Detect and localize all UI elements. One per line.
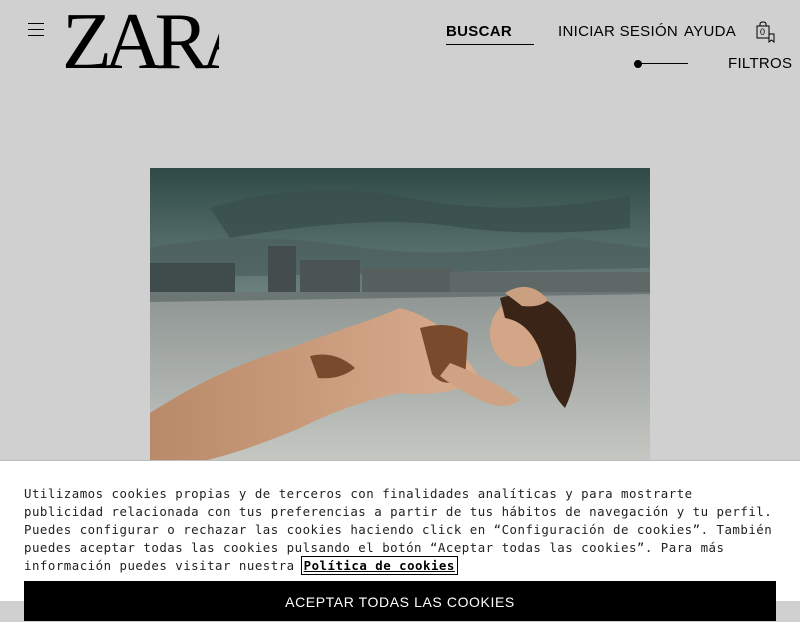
menu-icon-line <box>28 35 44 36</box>
login-link[interactable]: INICIAR SESIÓN <box>558 22 678 42</box>
menu-icon-line <box>28 29 44 30</box>
grid-size-slider[interactable] <box>634 59 690 69</box>
accept-all-cookies-button[interactable]: ACEPTAR TODAS LAS COOKIES <box>24 581 776 621</box>
slider-track <box>636 63 688 64</box>
cookie-message: Utilizamos cookies propias y de terceros… <box>24 485 780 575</box>
product-image[interactable] <box>150 168 650 468</box>
help-link[interactable]: AYUDA <box>684 22 736 42</box>
menu-icon[interactable] <box>28 22 44 36</box>
cookie-banner: Utilizamos cookies propias y de terceros… <box>0 460 800 621</box>
slider-thumb[interactable] <box>634 60 642 68</box>
beach-photo <box>150 168 650 468</box>
cookie-policy-link[interactable]: Política de cookies <box>300 556 458 575</box>
search-link[interactable]: BUSCAR <box>446 22 534 45</box>
shopping-bag-icon[interactable]: 0 <box>755 21 775 43</box>
menu-icon-line <box>28 23 44 24</box>
zara-logo[interactable]: ZARA <box>62 6 219 78</box>
filters-button[interactable]: FILTROS <box>728 54 792 74</box>
bag-count: 0 <box>760 27 766 37</box>
